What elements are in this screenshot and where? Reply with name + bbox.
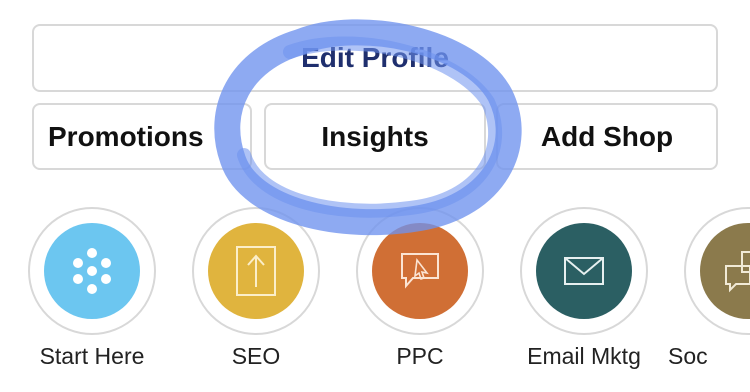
tool-start-here[interactable] xyxy=(28,207,156,335)
edit-profile-button[interactable]: Edit Profile xyxy=(32,24,718,92)
add-shop-button[interactable]: Add Shop xyxy=(496,103,718,170)
upload-doc-icon xyxy=(208,223,304,319)
insights-label: Insights xyxy=(321,120,429,152)
app-screen: Edit Profile Promotions Insights Add Sho… xyxy=(0,0,750,392)
edit-profile-label: Edit Profile xyxy=(301,42,449,73)
tool-email-mktg[interactable] xyxy=(520,207,648,335)
add-shop-label: Add Shop xyxy=(540,120,674,152)
tool-label: Email Mktg xyxy=(527,343,641,369)
click-chat-icon xyxy=(372,223,468,319)
tool-seo[interactable] xyxy=(192,207,320,335)
dots-icon xyxy=(44,223,140,319)
tool-social[interactable] xyxy=(684,207,750,335)
tool-ppc[interactable] xyxy=(356,207,484,335)
insights-button[interactable]: Insights xyxy=(264,103,486,170)
promotions-button[interactable]: Promotions xyxy=(32,103,252,170)
tool-label: Soc xyxy=(668,343,708,369)
tool-label: Start Here xyxy=(39,343,145,369)
tool-label: PPC xyxy=(396,343,444,369)
tool-label: SEO xyxy=(231,343,281,369)
envelope-icon xyxy=(536,223,632,319)
promotions-label: Promotions xyxy=(48,120,204,152)
